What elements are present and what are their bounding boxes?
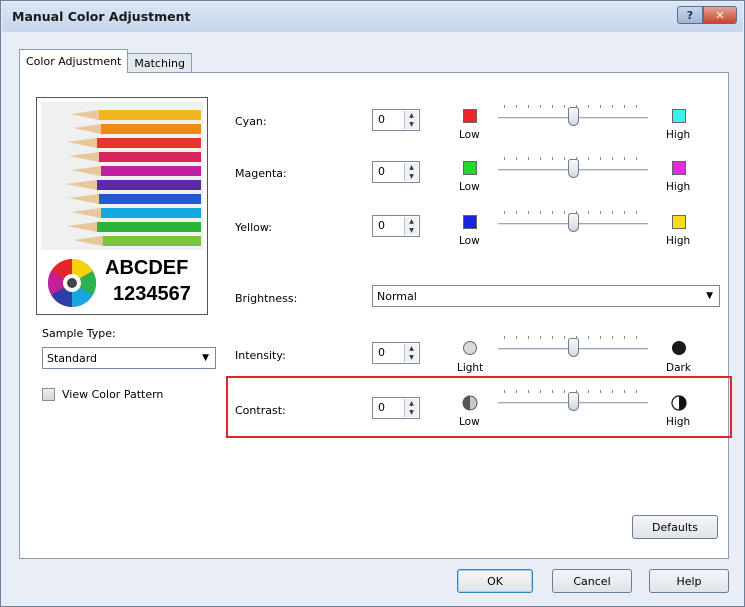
sample-text-letters: ABCDEF: [105, 257, 189, 279]
help-title-button[interactable]: ?: [677, 6, 703, 24]
tab-panel: ABCDEF 1234567 Sample Type: Standard ▼ V…: [19, 72, 729, 559]
color-pencils-image: [41, 102, 203, 250]
cyan-slider-thumb[interactable]: [568, 107, 579, 126]
close-button[interactable]: ✕: [703, 6, 737, 24]
window-title: Manual Color Adjustment: [12, 9, 191, 24]
intensity-low-label: Light: [457, 362, 484, 374]
magenta-slider-thumb[interactable]: [568, 159, 579, 178]
cancel-button[interactable]: Cancel: [552, 569, 632, 593]
sample-type-label: Sample Type:: [42, 327, 116, 340]
cyan-spinbox[interactable]: 0 ▲ ▼: [372, 109, 420, 131]
magenta-high-swatch: [672, 161, 686, 175]
cyan-slider[interactable]: [498, 105, 648, 137]
brightness-value: Normal: [377, 289, 417, 303]
intensity-slider-thumb[interactable]: [568, 338, 579, 357]
dark-circle-icon: [672, 341, 686, 355]
yellow-slider[interactable]: [498, 211, 648, 243]
intensity-high-label: Dark: [666, 362, 691, 374]
magenta-high-label: High: [666, 181, 691, 193]
magenta-value: 0: [378, 165, 385, 178]
spin-arrows-icon[interactable]: ▲ ▼: [404, 163, 418, 181]
spin-arrows-icon[interactable]: ▲ ▼: [404, 344, 418, 362]
yellow-high-swatch: [672, 215, 686, 229]
yellow-slider-thumb[interactable]: [568, 213, 579, 232]
tab-color-adjustment[interactable]: Color Adjustment: [19, 49, 129, 73]
separator: [235, 266, 720, 267]
brightness-select[interactable]: Normal ▼: [372, 285, 720, 307]
magenta-label: Magenta:: [235, 167, 287, 180]
sample-preview: ABCDEF 1234567: [36, 97, 208, 315]
cyan-low-label: Low: [459, 129, 480, 141]
magenta-slider[interactable]: [498, 157, 648, 189]
spin-arrows-icon[interactable]: ▲ ▼: [404, 217, 418, 235]
brightness-label: Brightness:: [235, 292, 298, 305]
sample-type-value: Standard: [47, 351, 98, 365]
cyan-high-label: High: [666, 129, 691, 141]
sample-type-select[interactable]: Standard ▼: [42, 347, 216, 369]
magenta-spinbox[interactable]: 0 ▲ ▼: [372, 161, 420, 183]
title-bar: Manual Color Adjustment ? ✕: [2, 2, 743, 32]
yellow-label: Yellow:: [235, 221, 272, 234]
intensity-value: 0: [378, 346, 385, 359]
help-button[interactable]: Help: [649, 569, 729, 593]
magenta-low-swatch: [463, 161, 477, 175]
light-circle-icon: [463, 341, 477, 355]
contrast-highlight-box: [226, 376, 732, 438]
intensity-slider[interactable]: [498, 336, 648, 368]
yellow-spinbox[interactable]: 0 ▲ ▼: [372, 215, 420, 237]
intensity-spinbox[interactable]: 0 ▲ ▼: [372, 342, 420, 364]
tab-strip: Color Adjustment Matching: [19, 49, 192, 73]
cyan-value: 0: [378, 113, 385, 126]
tab-matching[interactable]: Matching: [127, 53, 192, 73]
separator: [40, 500, 720, 501]
cyan-high-swatch: [672, 109, 686, 123]
chevron-down-icon: ▼: [202, 353, 209, 363]
cyan-low-swatch: [463, 109, 477, 123]
intensity-label: Intensity:: [235, 349, 286, 362]
yellow-low-swatch: [463, 215, 477, 229]
color-wheel-icon: [47, 259, 97, 307]
view-color-pattern-label: View Color Pattern: [62, 388, 164, 401]
yellow-low-label: Low: [459, 235, 480, 247]
defaults-button[interactable]: Defaults: [632, 515, 718, 539]
sample-lower-area: ABCDEF 1234567: [41, 254, 203, 312]
yellow-high-label: High: [666, 235, 691, 247]
spin-arrows-icon[interactable]: ▲ ▼: [404, 111, 418, 129]
ok-button[interactable]: OK: [457, 569, 533, 593]
pencils-illustration: [41, 102, 203, 250]
chevron-down-icon: ▼: [706, 291, 713, 301]
yellow-value: 0: [378, 219, 385, 232]
magenta-low-label: Low: [459, 181, 480, 193]
view-color-pattern-checkbox[interactable]: [42, 388, 55, 401]
dialog-window: Manual Color Adjustment ? ✕ Color Adjust…: [0, 0, 745, 607]
title-bar-buttons: ? ✕: [677, 6, 737, 24]
sample-text-numbers: 1234567: [113, 283, 191, 305]
cyan-label: Cyan:: [235, 115, 267, 128]
